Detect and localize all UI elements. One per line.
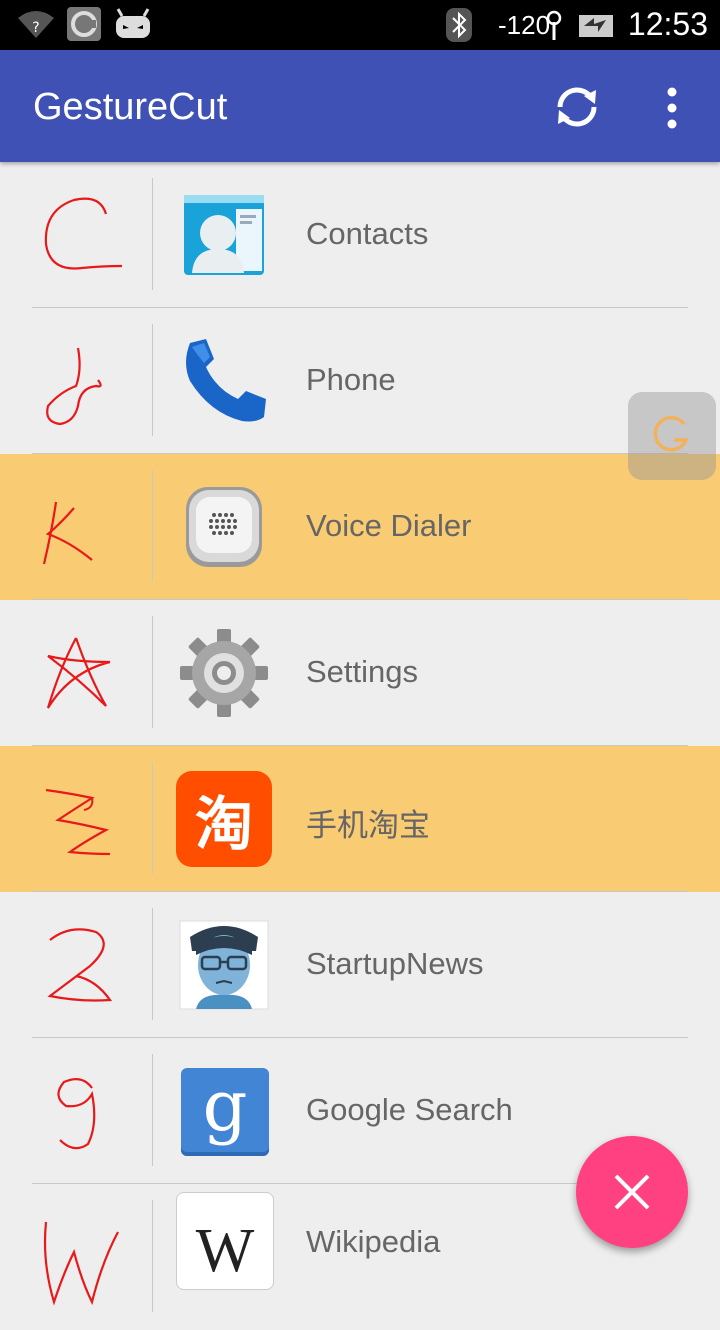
close-icon <box>614 1174 650 1210</box>
app-label: StartupNews <box>306 946 484 981</box>
wifi-question-icon: ? <box>18 11 54 38</box>
sync-icon[interactable] <box>548 78 606 136</box>
gesture-2-icon <box>47 928 113 1002</box>
gesture-d-icon <box>46 347 102 426</box>
app-label: Phone <box>306 362 396 397</box>
settings-gear-icon <box>180 629 268 717</box>
antenna-icon <box>546 10 562 40</box>
list-item[interactable]: 淘 手机淘宝 <box>0 746 720 892</box>
divider <box>152 1054 153 1166</box>
close-fab-button[interactable] <box>576 1136 688 1248</box>
more-vert-icon[interactable] <box>652 80 692 136</box>
battery-icon <box>579 15 613 37</box>
list-item[interactable]: Voice Dialer <box>0 454 720 600</box>
app-title: GestureCut <box>33 86 228 128</box>
divider <box>152 470 153 582</box>
gesture-9-icon <box>57 1077 96 1150</box>
app-bar: GestureCut <box>0 50 720 162</box>
divider <box>152 616 153 728</box>
app-label: 手机淘宝 <box>306 808 430 843</box>
list-item[interactable]: Phone <box>0 308 720 454</box>
list-item[interactable]: StartupNews <box>0 892 720 1038</box>
startupnews-avatar-icon <box>179 920 269 1010</box>
cyanogen-bot-icon <box>116 8 150 38</box>
wikipedia-icon: W <box>176 1192 274 1290</box>
clock: 12:53 <box>627 6 708 42</box>
google-search-icon: g <box>181 1068 269 1156</box>
gesture-3-icon <box>45 788 111 856</box>
list-item[interactable]: Settings <box>0 600 720 746</box>
app-label: Wikipedia <box>306 1224 441 1259</box>
divider <box>152 1200 153 1312</box>
floating-g-icon <box>653 416 689 452</box>
divider <box>152 324 153 436</box>
taobao-icon: 淘 <box>176 771 272 867</box>
divider <box>152 762 153 874</box>
taobao-icon-glyph: 淘 <box>194 790 253 858</box>
sync-status-icon <box>67 7 101 41</box>
divider <box>152 178 153 290</box>
floating-g-button[interactable] <box>628 392 716 480</box>
app-label: Google Search <box>306 1092 513 1127</box>
app-label: Contacts <box>306 216 429 251</box>
bluetooth-icon <box>446 8 472 42</box>
wikipedia-w-glyph: W <box>195 1216 255 1285</box>
phone-icon <box>186 339 266 422</box>
svg-text:?: ? <box>32 20 39 36</box>
voice-dialer-icon <box>186 487 262 567</box>
gesture-c-icon <box>44 197 123 270</box>
status-bar: ? -120 12:53 <box>0 0 720 50</box>
contacts-icon <box>184 195 264 275</box>
divider <box>152 908 153 1020</box>
gesture-star-icon <box>46 637 111 709</box>
gesture-k-icon <box>42 501 93 565</box>
app-label: Voice Dialer <box>306 508 472 543</box>
list-item[interactable]: Contacts <box>0 162 720 308</box>
app-label: Settings <box>306 654 419 689</box>
gesture-w-icon <box>43 1221 119 1306</box>
google-g-glyph: g <box>202 1065 248 1147</box>
